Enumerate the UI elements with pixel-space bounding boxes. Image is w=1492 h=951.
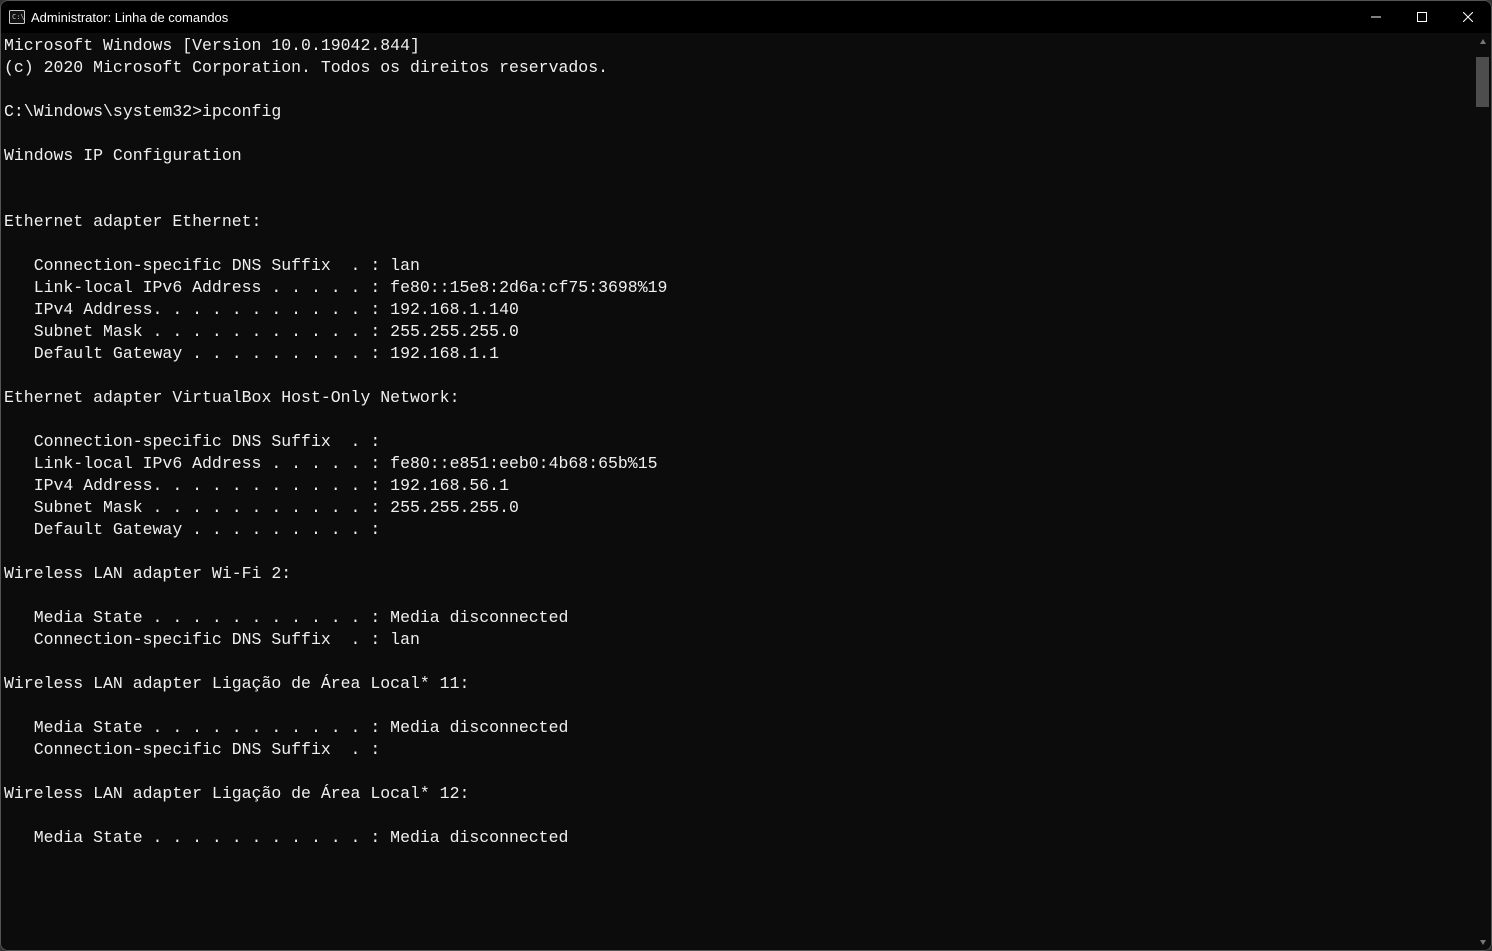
- vertical-scrollbar[interactable]: [1474, 33, 1491, 950]
- scroll-down-arrow[interactable]: [1474, 933, 1491, 950]
- titlebar[interactable]: C:\ Administrator: Linha de comandos: [1, 1, 1491, 33]
- command-prompt-window: C:\ Administrator: Linha de comandos Mic…: [0, 0, 1492, 951]
- minimize-button[interactable]: [1353, 1, 1399, 33]
- maximize-button[interactable]: [1399, 1, 1445, 33]
- scroll-up-arrow[interactable]: [1474, 33, 1491, 50]
- scroll-thumb[interactable]: [1476, 57, 1489, 107]
- window-title: Administrator: Linha de comandos: [31, 10, 228, 25]
- terminal-area[interactable]: Microsoft Windows [Version 10.0.19042.84…: [1, 33, 1491, 950]
- close-button[interactable]: [1445, 1, 1491, 33]
- terminal-output: Microsoft Windows [Version 10.0.19042.84…: [1, 33, 1491, 849]
- app-icon: C:\: [9, 9, 25, 25]
- svg-text:C:\: C:\: [12, 13, 25, 21]
